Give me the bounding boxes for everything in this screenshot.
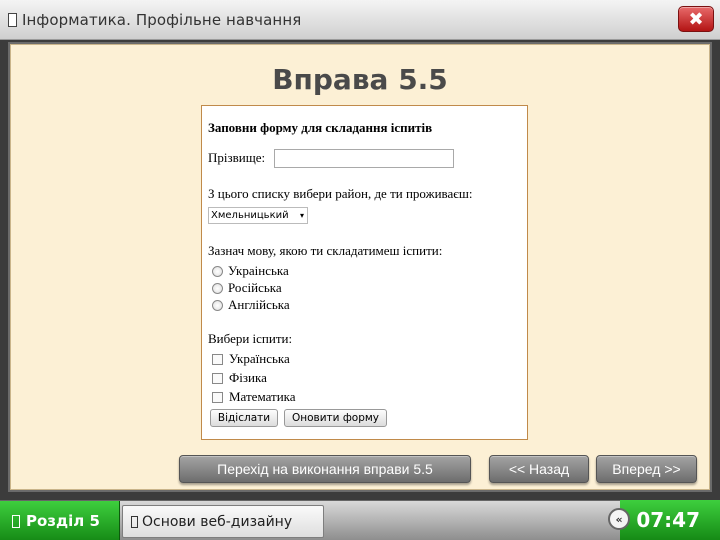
forward-button[interactable]: Вперед >> (596, 455, 697, 483)
chevron-down-icon: ▾ (299, 211, 304, 220)
reset-button[interactable]: Оновити форму (284, 409, 387, 427)
close-button[interactable]: ✖ (678, 6, 714, 32)
form-screenshot: Заповни форму для складання іспитів Пріз… (201, 105, 528, 440)
radio-label: Англійська (228, 297, 290, 312)
section-label: Розділ 5 (26, 512, 100, 530)
topic-label: Основи веб-дизайну (142, 513, 293, 530)
checkbox-exam-ukrainian[interactable]: Українська (212, 351, 290, 367)
surname-label: Прізвище: (208, 150, 266, 165)
checkbox-label: Українська (229, 351, 290, 366)
radio-button[interactable] (212, 299, 223, 311)
checkbox-label: Фізика (229, 370, 267, 385)
district-select[interactable]: Хмельницький ▾ (208, 207, 308, 224)
topic-icon (131, 515, 138, 528)
section-icon (12, 514, 20, 528)
radio-language-ukrainian[interactable]: Украінська (212, 263, 289, 279)
district-label: З цього списку вибери район, де ти прожи… (208, 186, 473, 201)
radio-language-english[interactable]: Англійська (212, 297, 290, 313)
window-icon (8, 13, 17, 27)
radio-button[interactable] (212, 265, 223, 277)
window-title: Інформатика. Профільне навчання (22, 11, 302, 29)
topic-tab[interactable]: Основи веб-дизайну (122, 505, 324, 538)
back-arrow-icon[interactable]: « (608, 508, 630, 530)
content-panel: Вправа 5.5 Заповни форму для складання і… (10, 44, 710, 490)
time-label: 07:47 (636, 508, 700, 532)
form-heading: Заповни форму для складання іспитів (208, 120, 433, 135)
language-label: Зазнач мову, якою ти складатимеш іспити: (208, 243, 443, 258)
checkbox-label: Математика (229, 389, 296, 404)
radio-label: Російська (228, 280, 282, 295)
section-tab[interactable]: Розділ 5 (0, 501, 120, 540)
checkbox[interactable] (212, 353, 223, 365)
exams-label: Вибери іспити: (208, 331, 293, 346)
radio-button[interactable] (212, 282, 223, 294)
go-to-exercise-button[interactable]: Перехід на виконання вправи 5.5 (179, 455, 471, 483)
page-title: Вправа 5.5 (272, 63, 448, 96)
checkbox[interactable] (212, 391, 223, 403)
checkbox[interactable] (212, 372, 223, 384)
radio-language-russian[interactable]: Російська (212, 280, 282, 296)
back-button[interactable]: << Назад (489, 455, 589, 483)
district-selected: Хмельницький (211, 210, 289, 221)
surname-input[interactable] (274, 149, 454, 168)
radio-label: Украінська (228, 263, 289, 278)
close-icon: ✖ (688, 8, 704, 30)
title-bar: Інформатика. Профільне навчання ✖ (0, 0, 720, 40)
time-display: 07:47 (620, 500, 720, 540)
submit-button[interactable]: Відіслати (210, 409, 278, 427)
checkbox-exam-physics[interactable]: Фізика (212, 370, 267, 386)
checkbox-exam-math[interactable]: Математика (212, 389, 296, 405)
